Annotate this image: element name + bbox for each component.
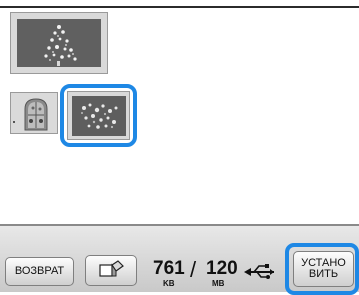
- left-edge-marker: [13, 121, 15, 123]
- memory-total-value: 120: [206, 258, 238, 279]
- memory-used-unit: KB: [163, 279, 175, 288]
- design-thumbnail-flowers[interactable]: [67, 91, 130, 140]
- design-thumbnail-window[interactable]: [10, 92, 58, 134]
- flowers-design-preview: [72, 96, 126, 136]
- back-button[interactable]: ВОЗВРАТ: [5, 257, 74, 286]
- window-design-preview: [21, 97, 51, 131]
- design-thumbnail-tree[interactable]: [10, 12, 108, 74]
- memory-used-value: 761: [153, 258, 185, 279]
- usb-icon: [244, 262, 276, 282]
- top-divider: [0, 6, 359, 8]
- memory-total-unit: MB: [212, 279, 225, 288]
- memory-separator: /: [190, 257, 197, 282]
- tree-design-preview: [17, 19, 101, 67]
- set-button[interactable]: УСТАНО ВИТЬ: [293, 251, 354, 287]
- set-label-line2: ВИТЬ: [308, 268, 339, 280]
- delete-button[interactable]: [85, 255, 137, 286]
- eraser-icon: [98, 259, 124, 282]
